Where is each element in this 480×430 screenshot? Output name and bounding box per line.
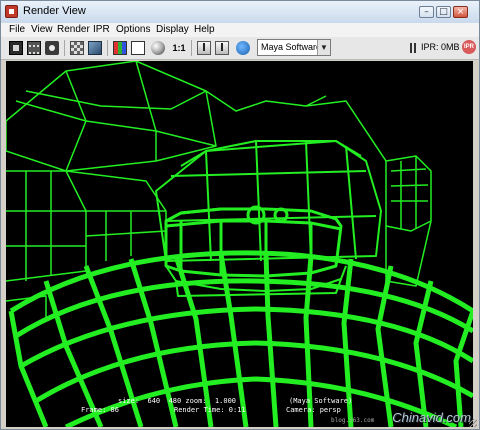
toolbar-separator (107, 40, 108, 56)
save-image-icon[interactable] (197, 41, 211, 55)
menu-help[interactable]: Help (194, 24, 215, 35)
renderer-dropdown[interactable]: Maya Software ▼ (257, 39, 331, 56)
window-title: Render View (23, 5, 86, 17)
snapshot-icon[interactable] (45, 41, 59, 55)
render-size-info: size: 640 480 zoom: 1.000 (118, 397, 237, 405)
pause-ipr-icon[interactable] (409, 43, 417, 53)
render-time-info: Render Time: 0:11 (174, 406, 246, 414)
maximize-button[interactable]: □ (436, 6, 451, 18)
alpha-channel-icon[interactable] (131, 41, 145, 55)
real-size-button[interactable]: 1:1 (171, 41, 187, 55)
title-bar: Render View – □ × (1, 1, 479, 24)
menu-view[interactable]: View (31, 24, 53, 35)
ipr-memory-status: IPR: 0MB (421, 42, 460, 52)
render-viewport[interactable]: size: 640 480 zoom: 1.000 (Maya Software… (6, 61, 473, 427)
render-engine-info: (Maya Software) (289, 397, 353, 405)
watermark-url: blog.163.com (331, 417, 375, 424)
watermark-logo: Chinavid.com (392, 410, 471, 425)
frame-info: Frame: 86 (81, 406, 119, 414)
ipr-icon[interactable]: IPR (462, 40, 476, 54)
menu-render[interactable]: Render (57, 24, 90, 35)
render-region-icon[interactable] (27, 41, 41, 55)
close-button[interactable]: × (453, 6, 468, 18)
camera-info: Camera: persp (286, 406, 341, 414)
toolbar-separator (191, 40, 192, 56)
remove-image-icon[interactable] (215, 41, 229, 55)
toolbar-separator (64, 40, 65, 56)
rgb-channels-icon[interactable] (113, 41, 127, 55)
menu-options[interactable]: Options (116, 24, 150, 35)
chevron-down-icon[interactable]: ▼ (317, 40, 330, 55)
resize-grip[interactable] (469, 419, 477, 427)
menu-ipr[interactable]: IPR (93, 24, 110, 35)
minimize-button[interactable]: – (419, 6, 434, 18)
menu-file[interactable]: File (9, 24, 25, 35)
ipr-render-icon[interactable] (236, 41, 250, 55)
renderer-value: Maya Software (261, 42, 322, 52)
checker-icon[interactable] (70, 41, 84, 55)
menu-bar: File View Render IPR Options Display Hel… (1, 23, 479, 37)
wireframe-render-image (6, 61, 473, 427)
maya-app-icon (5, 5, 18, 18)
toolbar: 1:1 (1, 37, 479, 60)
menu-display[interactable]: Display (156, 24, 189, 35)
keep-image-icon[interactable] (88, 41, 102, 55)
sphere-icon[interactable] (151, 41, 165, 55)
redo-render-icon[interactable] (9, 41, 23, 55)
render-view-window: Render View – □ × File View Render IPR O… (0, 0, 480, 430)
